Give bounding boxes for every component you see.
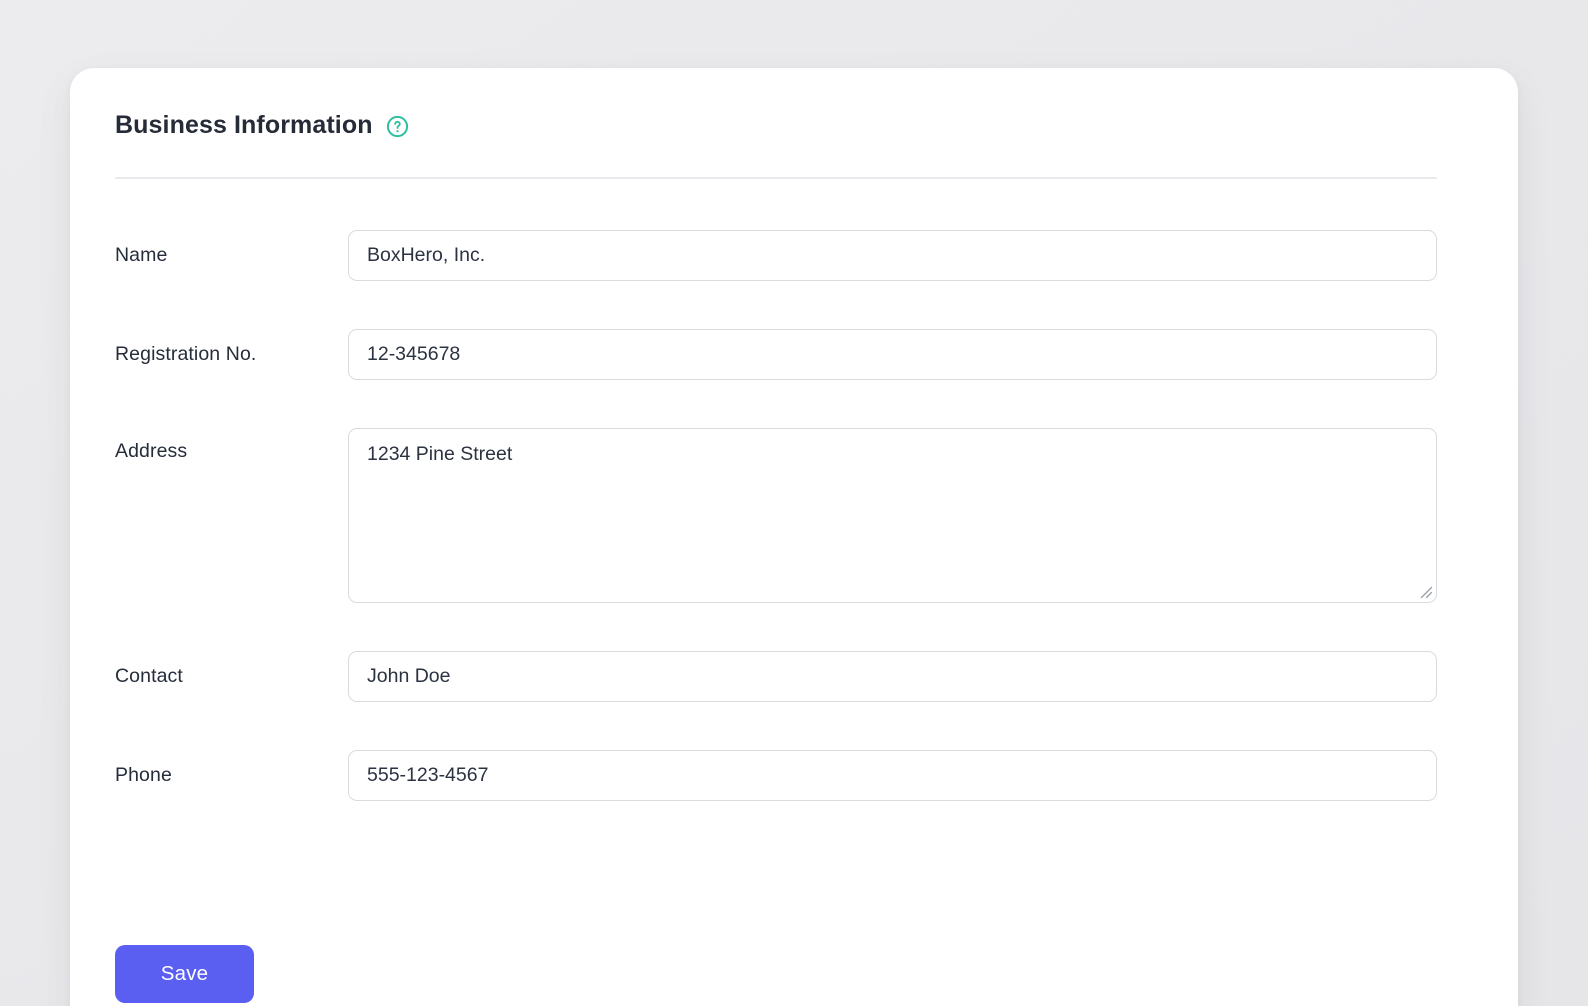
name-input[interactable]	[348, 230, 1437, 281]
address-row: Address 1234 Pine Street	[115, 428, 1437, 603]
contact-label: Contact	[115, 665, 348, 688]
phone-row: Phone	[115, 750, 1437, 801]
registration-no-input[interactable]	[348, 329, 1437, 380]
save-button[interactable]: Save	[115, 945, 254, 1003]
contact-row: Contact	[115, 651, 1437, 702]
contact-input[interactable]	[348, 651, 1437, 702]
registration-no-row: Registration No.	[115, 329, 1437, 380]
business-information-form: Name Registration No. Address 1234 Pine …	[115, 230, 1437, 1003]
address-label: Address	[115, 428, 348, 463]
name-label: Name	[115, 244, 348, 267]
registration-no-label: Registration No.	[115, 343, 348, 366]
page-title: Business Information	[115, 108, 373, 142]
header-divider	[115, 177, 1437, 179]
help-circle-icon[interactable]	[386, 115, 409, 138]
business-information-card: Business Information Name Registration N…	[70, 68, 1518, 1006]
phone-label: Phone	[115, 764, 348, 787]
address-textarea[interactable]: 1234 Pine Street	[348, 428, 1437, 603]
name-row: Name	[115, 230, 1437, 281]
card-header: Business Information	[115, 108, 1437, 142]
phone-input[interactable]	[348, 750, 1437, 801]
resize-grip-icon[interactable]	[1420, 586, 1433, 599]
